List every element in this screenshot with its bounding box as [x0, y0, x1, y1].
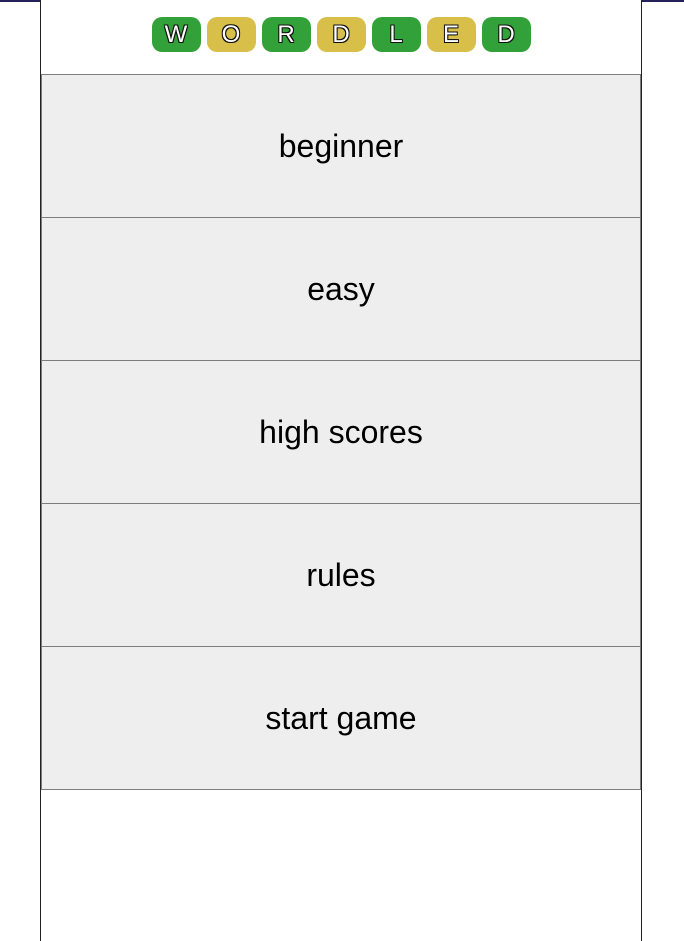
game-container: W O R D L E D beginner easy high scores …: [40, 0, 642, 941]
logo-tile-r: R: [261, 17, 311, 52]
logo-tile-e: E: [426, 17, 476, 52]
logo-tile-d: D: [316, 17, 366, 52]
easy-button[interactable]: easy: [41, 217, 641, 361]
start-game-button[interactable]: start game: [41, 646, 641, 790]
logo-tile-d-end: D: [481, 17, 531, 52]
beginner-button[interactable]: beginner: [41, 74, 641, 218]
logo-tile-o: O: [206, 17, 256, 52]
logo-tile-l: L: [371, 17, 421, 52]
wordled-logo: W O R D L E D: [41, 17, 641, 52]
rules-button[interactable]: rules: [41, 503, 641, 647]
high-scores-button[interactable]: high scores: [41, 360, 641, 504]
main-menu: beginner easy high scores rules start ga…: [41, 74, 641, 790]
logo-tile-w: W: [151, 17, 201, 52]
